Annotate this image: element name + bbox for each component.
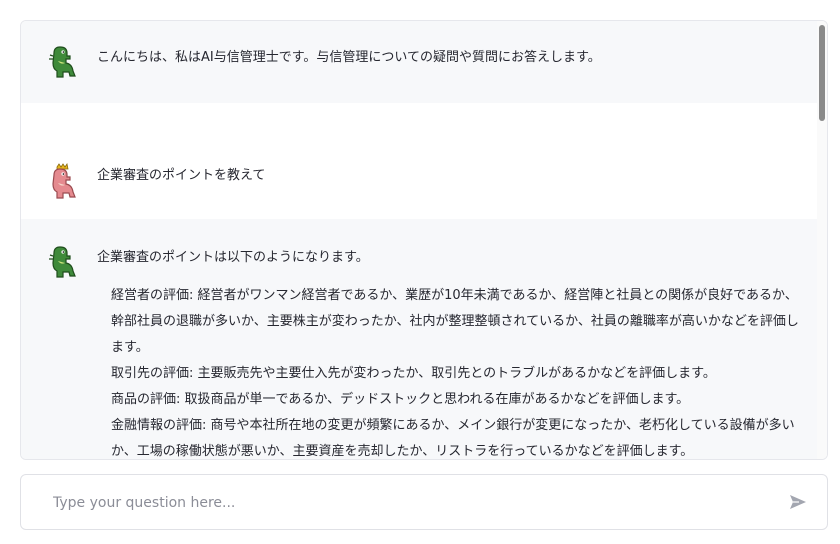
- scrollbar-thumb[interactable]: [819, 25, 825, 121]
- scrollbar[interactable]: [817, 21, 827, 459]
- point-item: 金融情報の評価: 商号や本社所在地の変更が頻繁にあるか、メイン銀行が変更になった…: [111, 418, 795, 459]
- chat-window: こんにちは、私はAI与信管理士です。与信管理についての疑問や質問にお答えします。…: [20, 20, 828, 460]
- user-message: 企業審査のポイントを教えて: [21, 103, 827, 219]
- message-text: 企業審査のポイントを教えて: [97, 168, 266, 183]
- green-dinosaur-icon: [45, 43, 79, 81]
- point-item: 経営者の評価: 経営者がワンマン経営者であるか、業歴が10年未満であるか、経営陣…: [111, 288, 799, 355]
- question-input[interactable]: [51, 489, 755, 517]
- send-arrow-icon: [790, 495, 806, 509]
- point-item: 商品の評価: 取扱商品が単一であるか、デッドストックと思われる在庫があるかなどを…: [111, 392, 690, 407]
- question-input-box[interactable]: [20, 474, 828, 530]
- message-text: こんにちは、私はAI与信管理士です。与信管理についての疑問や質問にお答えします。: [97, 50, 601, 65]
- assistant-message: こんにちは、私はAI与信管理士です。与信管理についての疑問や質問にお答えします。: [21, 21, 827, 103]
- pink-dinosaur-crown-icon: [45, 163, 79, 201]
- answer-points: 経営者の評価: 経営者がワンマン経営者であるか、業歴が10年未満であるか、経営陣…: [111, 283, 801, 459]
- send-button[interactable]: [787, 491, 809, 513]
- message-text: 企業審査のポイントは以下のようになります。: [97, 250, 369, 265]
- green-dinosaur-icon: [45, 243, 79, 281]
- point-item: 取引先の評価: 主要販売先や主要仕入先が変わったか、取引先とのトラブルがあるかな…: [111, 366, 716, 381]
